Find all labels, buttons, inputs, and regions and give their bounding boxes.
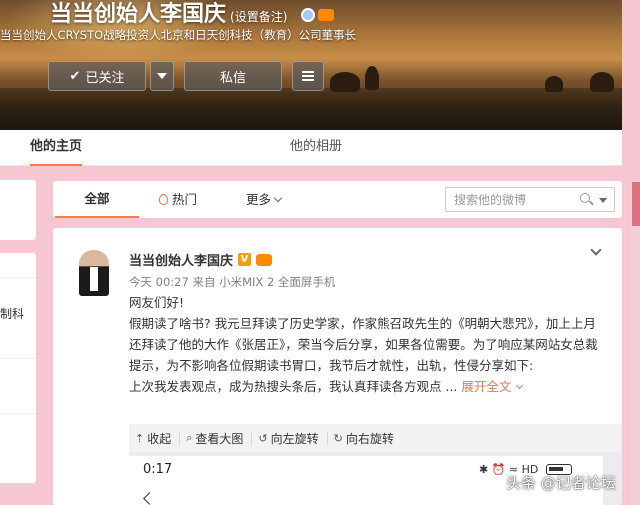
feed-filter-bar: 全部 热门 更多: [53, 181, 622, 218]
image-toolbar: ⇡ 收起 ⌕ 查看大图 ↺ 向左旋转 ↻ 向右旋转: [129, 424, 622, 452]
sidebar-text: 制科: [0, 307, 25, 321]
follow-dropdown-button[interactable]: [150, 61, 174, 91]
followed-button[interactable]: ✔ 已关注: [48, 61, 146, 91]
tab-hot-label: 热门: [172, 191, 198, 207]
more-menu-button[interactable]: [292, 61, 324, 91]
set-remark-link[interactable]: (设置备注): [230, 10, 287, 24]
chevron-down-icon: [516, 381, 524, 390]
rotate-left-icon: ↺: [258, 431, 268, 445]
view-large-button[interactable]: ⌕ 查看大图: [180, 431, 253, 446]
post-author-name[interactable]: 当当创始人李国庆: [129, 250, 233, 269]
scrollbar[interactable]: [631, 182, 640, 505]
tab-album[interactable]: 他的相册: [290, 130, 342, 166]
menu-icon: [302, 71, 314, 81]
tab-more-label: 更多: [246, 191, 272, 207]
profile-tabs: 他的主页 他的相册: [0, 130, 622, 166]
watermark: 头条 @记者论坛: [506, 474, 616, 492]
expand-full-text-link[interactable]: 展开全文: [461, 379, 524, 394]
chevron-down-icon: [273, 193, 283, 202]
profile-description: 当当创始人CRYSTO战略投资人北京和日天创科技（教育）公司董事长: [0, 28, 357, 42]
tab-hot[interactable]: 热门: [159, 181, 197, 218]
search-input[interactable]: [454, 191, 572, 208]
level-icon: [318, 9, 335, 21]
phone-time: 0:17: [143, 462, 173, 477]
banner-tree: [365, 66, 379, 90]
banner-ground: [0, 88, 622, 130]
post-line: 上次我发表观点，成为热搜头条后，我认真拜读各方观点 ... 展开全文: [129, 376, 599, 397]
rotate-right-label: 向右旋转: [345, 431, 394, 446]
post-line: 网友们好!: [129, 295, 185, 310]
verified-icon: V: [238, 253, 252, 266]
post-content: 网友们好! 假期读了啥书? 我元旦拜读了历史学家，作家熊召政先生的《明朝大悲咒》…: [129, 292, 599, 397]
divider: [0, 277, 36, 278]
scrollbar-thumb[interactable]: [632, 182, 640, 226]
rotate-left-button[interactable]: ↺ 向左旋转: [252, 431, 328, 446]
divider: [0, 413, 36, 414]
collapse-label: 收起: [147, 431, 172, 446]
rotate-right-icon: ↻: [333, 431, 343, 445]
tab-more[interactable]: 更多: [246, 181, 283, 218]
weibo-post: 当当创始人李国庆 V 今天 00:27 来自 小米MIX 2 全面屏手机 网友们…: [53, 228, 622, 505]
rotate-right-button[interactable]: ↻ 向右旋转: [328, 431, 402, 446]
tab-home[interactable]: 他的主页: [30, 130, 83, 166]
search-icon[interactable]: [580, 193, 590, 203]
search-box: [445, 187, 615, 212]
view-large-label: 查看大图: [195, 431, 244, 446]
post-meta: 今天 00:27 来自 小米MIX 2 全面屏手机: [129, 275, 336, 289]
rotate-left-label: 向左旋转: [270, 431, 319, 446]
avatar-shirt: [90, 267, 98, 291]
sidebar-card: [0, 180, 36, 240]
search-dropdown-icon[interactable]: [599, 198, 607, 203]
post-author: 当当创始人李国庆 V: [129, 250, 273, 269]
caret-down-icon: [157, 73, 167, 79]
avatar[interactable]: [79, 250, 109, 296]
expand-label: 展开全文: [461, 379, 512, 394]
check-icon: ✔: [69, 68, 81, 84]
zoom-icon: ⌕: [186, 431, 193, 444]
collapse-button[interactable]: ⇡ 收起: [129, 431, 181, 446]
arrow-up-icon: ⇡: [135, 431, 145, 445]
post-line-text: 上次我发表观点，成为热搜头条后，我认真拜读各方观点 ...: [129, 379, 458, 394]
post-line: 假期读了啥书? 我元旦拜读了历史学家，作家熊召政先生的《明朝大悲咒》，加上上月还…: [129, 316, 598, 373]
profile-banner: 当当创始人李国庆 (设置备注) 当当创始人CRYSTO战略投资人北京和日天创科技（…: [0, 0, 622, 130]
gender-icon: [301, 8, 316, 22]
sidebar-card: 制科: [0, 253, 36, 483]
divider: [0, 358, 36, 359]
profile-name: 当当创始人李国庆 (设置备注): [50, 0, 335, 28]
message-button[interactable]: 私信: [184, 61, 282, 91]
level-icon: [256, 253, 273, 266]
tab-all[interactable]: 全部: [55, 181, 139, 218]
back-arrow-icon: [143, 492, 156, 505]
followed-label: 已关注: [85, 70, 125, 86]
post-menu-chevron-icon[interactable]: [590, 244, 602, 256]
profile-name-text: 当当创始人李国庆: [50, 2, 227, 27]
fire-icon: [159, 194, 168, 205]
